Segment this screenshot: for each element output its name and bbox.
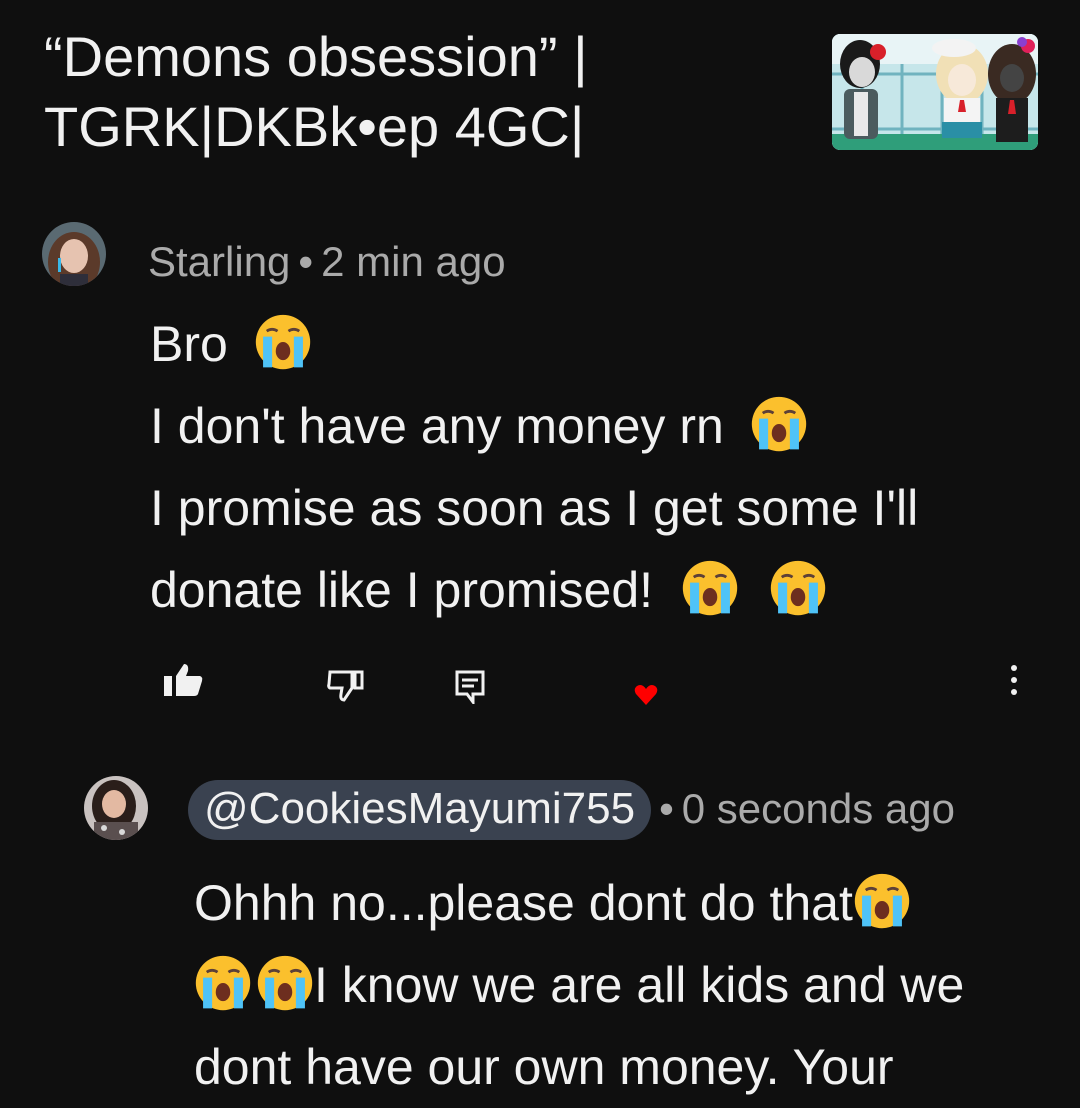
comment-line-2-text: I don't have any money rn bbox=[150, 398, 724, 454]
loudly-crying-face-icon bbox=[257, 955, 313, 1011]
meta-separator: • bbox=[659, 785, 674, 832]
reply-line-1: Ohhh no...please dont do that bbox=[194, 862, 964, 944]
reply-line-2: I know we are all kids and we bbox=[194, 944, 964, 1026]
reply-avatar[interactable] bbox=[84, 776, 148, 840]
reply-icon bbox=[455, 670, 485, 707]
loudly-crying-face-icon bbox=[195, 955, 251, 1011]
reply-button[interactable] bbox=[455, 670, 485, 709]
thumbs-up-icon bbox=[164, 664, 203, 696]
more-options-button[interactable] bbox=[1006, 664, 1022, 701]
comment-line-2: I don't have any money rn bbox=[150, 385, 918, 467]
loudly-crying-face-icon bbox=[770, 560, 826, 616]
reply-line-1-text: Ohhh no...please dont do that bbox=[194, 875, 853, 931]
comment-meta: Starling • 2 min ago bbox=[148, 238, 506, 286]
reply-body: Ohhh no...please dont do that I know we … bbox=[194, 862, 964, 1108]
commenter-avatar[interactable] bbox=[42, 222, 106, 286]
video-title[interactable]: “Demons obsession” | TGRK|DKBk•ep 4GC| bbox=[44, 22, 764, 162]
meta-separator: • bbox=[298, 238, 314, 285]
creator-heart-icon bbox=[634, 685, 658, 705]
more-vert-icon bbox=[1011, 665, 1017, 695]
reply-line-2-text: I know we are all kids and we bbox=[314, 957, 965, 1013]
comment-line-1-text: Bro bbox=[150, 316, 228, 372]
loudly-crying-face-icon bbox=[751, 396, 806, 452]
loudly-crying-face-icon bbox=[854, 873, 910, 929]
video-title-line-2: TGRK|DKBk•ep 4GC| bbox=[44, 95, 585, 158]
reply-meta: @CookiesMayumi755 • 0 seconds ago bbox=[188, 780, 955, 840]
comment-line-4: donate like I promised! bbox=[150, 549, 918, 631]
comment-line-3: I promise as soon as I get some I'll bbox=[150, 480, 919, 536]
comment-time: 2 min ago bbox=[321, 238, 506, 285]
dislike-button[interactable] bbox=[326, 668, 366, 707]
loudly-crying-face-icon bbox=[682, 560, 738, 616]
comment-author[interactable]: Starling bbox=[148, 238, 290, 285]
creator-heart[interactable] bbox=[634, 684, 658, 711]
loudly-crying-face-icon bbox=[255, 314, 310, 370]
thumbs-down-icon bbox=[327, 670, 364, 702]
comment-line-1: Bro bbox=[150, 303, 918, 385]
avatar-image bbox=[42, 222, 106, 286]
avatar-image bbox=[84, 776, 148, 840]
thumbnail-image bbox=[832, 34, 1038, 150]
like-button[interactable] bbox=[162, 662, 204, 703]
reply-line-3: dont have our own money. Your bbox=[194, 1039, 894, 1095]
reply-time: 0 seconds ago bbox=[681, 785, 955, 832]
mention-chip[interactable]: @CookiesMayumi755 bbox=[188, 780, 652, 840]
video-thumbnail[interactable] bbox=[832, 34, 1038, 150]
comment-body: Bro I don't have any money rn I promise … bbox=[150, 303, 918, 631]
video-title-line-1: “Demons obsession” | bbox=[44, 25, 588, 88]
comment-line-4-text: donate like I promised! bbox=[150, 562, 654, 618]
